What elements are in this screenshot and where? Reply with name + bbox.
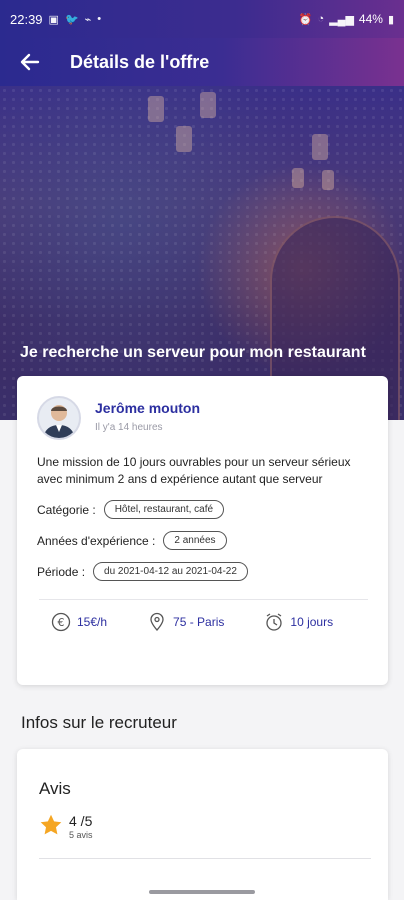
category-row: Catégorie : Hôtel, restaurant, café [37,500,370,519]
hero-image: Je recherche un serveur pour mon restaur… [0,86,404,420]
divider [39,599,368,600]
battery-text: 44% [358,12,383,26]
status-time: 22:39 [10,11,43,27]
page-title: Détails de l'offre [70,51,210,72]
offer-info-strip: € 15€/h 75 - Paris 10 jours [37,612,370,632]
period-label: Période : [37,564,86,579]
rating-value: 4 /5 [69,813,93,829]
period-chip: du 2021-04-12 au 2021-04-22 [93,562,248,581]
signal-icon: ▂▄▆ [329,13,354,26]
avatar[interactable] [37,396,81,440]
reviews-heading: Avis [39,779,71,798]
gallery-icon: ▣ [48,13,59,26]
category-chip: Hôtel, restaurant, café [103,500,225,519]
category-label: Catégorie : [37,502,96,517]
rating-row: 4 /5 5 avis [39,813,368,840]
recruiter-name[interactable]: Jerôme mouton [95,400,200,416]
star-icon [40,814,62,835]
duration-info: 10 jours [264,612,333,632]
offer-card: Jerôme mouton Il y'a 14 heures Une missi… [17,376,388,685]
salary-info: € 15€/h [51,612,107,632]
recruiter-row[interactable]: Jerôme mouton Il y'a 14 heures [37,396,370,440]
period-row: Période : du 2021-04-12 au 2021-04-22 [37,562,370,581]
salary-text: 15€/h [77,615,108,629]
offer-title: Je recherche un serveur pour mon restaur… [20,344,366,361]
alarm-icon: ⏰ [298,13,313,26]
offer-description: Une mission de 10 jours ouvrables pour u… [37,455,351,486]
review-count: 5 avis [69,830,93,840]
link-icon: ⌁ [84,13,92,26]
battery-icon: ▮ [387,13,394,26]
reviews-card[interactable]: Avis 4 /5 5 avis [17,749,388,900]
posted-time: Il y'a 14 heures [95,422,163,433]
clock-icon [266,613,283,631]
status-bar: 22:39 ▣ 🐦 ⌁ • ⏰ ◔ ▂▄▆ 44% ▮ [0,0,404,38]
back-button[interactable] [18,50,42,74]
app-bar: Détails de l'offre [0,38,404,86]
recruiter-section-title: Infos sur le recruteur [21,713,177,732]
review-divider [39,858,371,859]
wifi-icon: ◔ [317,13,325,25]
euro-icon: € [51,612,71,632]
location-pin-icon [150,612,164,631]
person-icon [43,405,75,438]
twitter-icon: 🐦 [64,13,79,26]
dot-icon: • [97,13,102,25]
location-text: 75 - Paris [173,615,225,629]
location-info: 75 - Paris [147,612,224,632]
arrow-left-icon [20,53,40,71]
duration-text: 10 jours [290,615,334,629]
experience-chip: 2 années [163,531,227,550]
experience-row: Années d'expérience : 2 années [37,531,370,550]
svg-text:€: € [58,616,65,629]
experience-label: Années d'expérience : [37,533,156,548]
gesture-bar[interactable] [149,890,255,894]
